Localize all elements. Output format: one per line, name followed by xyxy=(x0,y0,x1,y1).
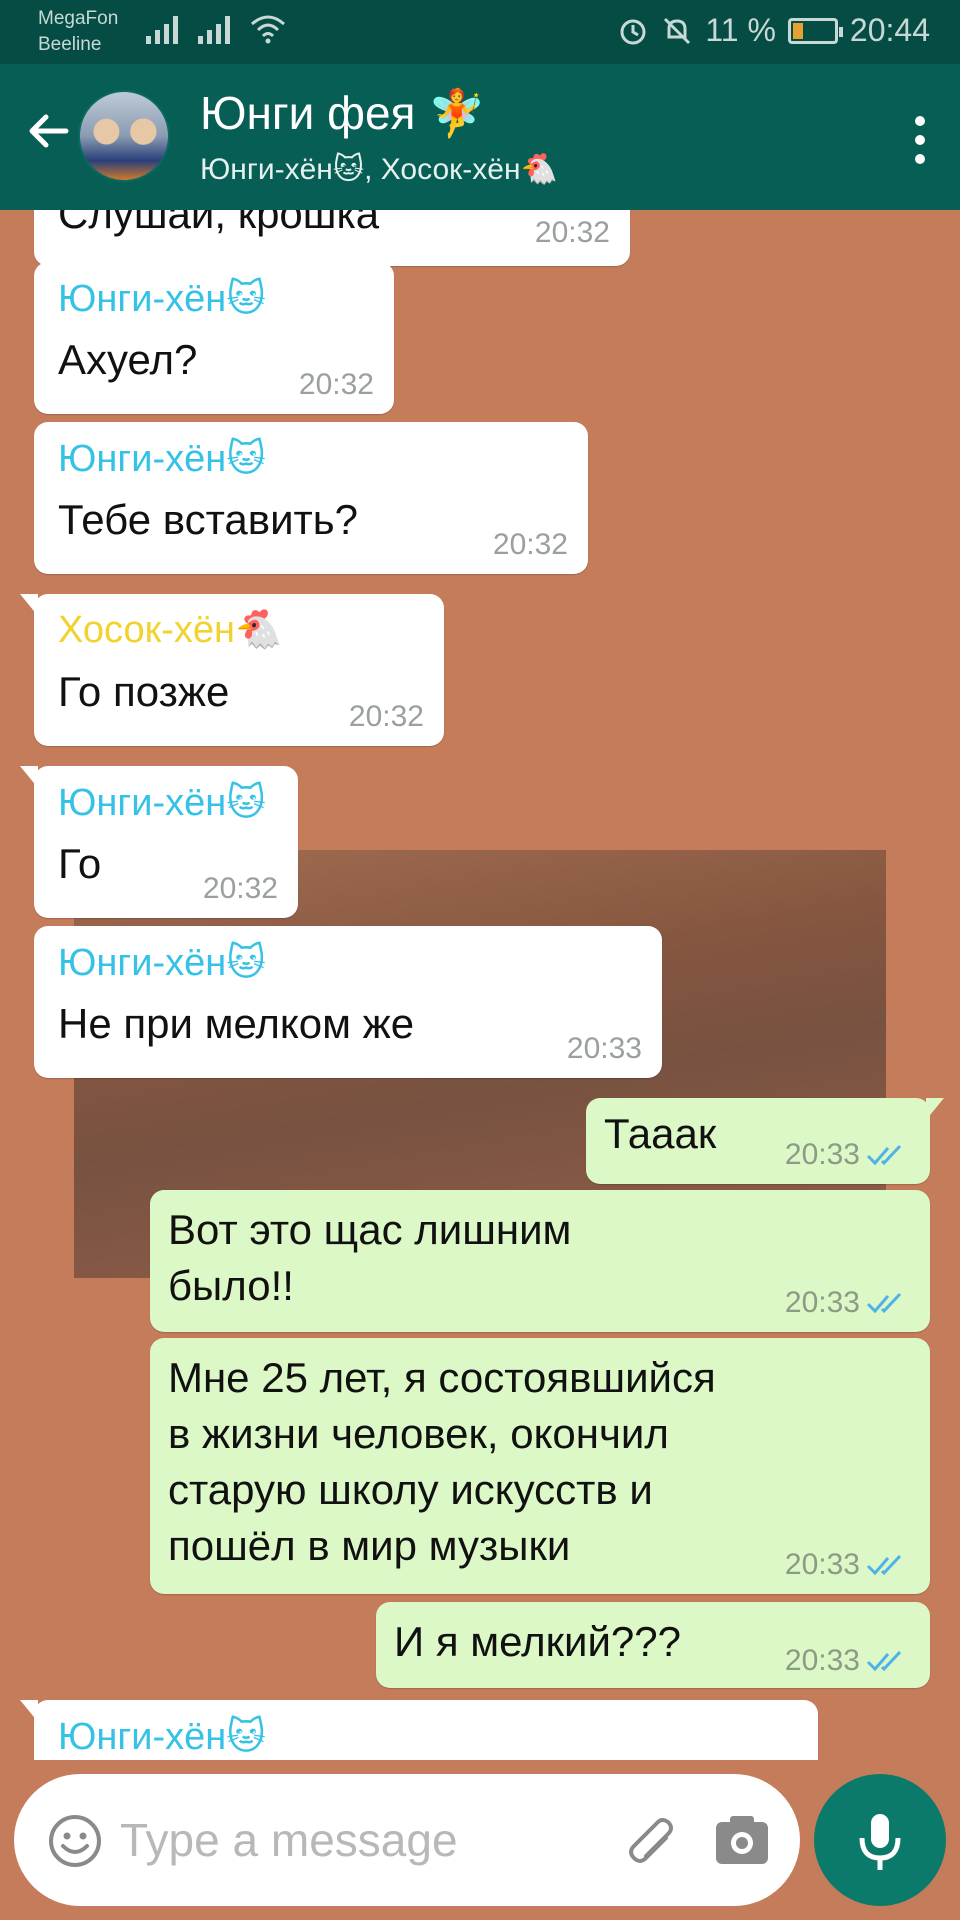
camera-icon[interactable] xyxy=(714,1814,770,1866)
alarm-icon xyxy=(620,19,646,44)
message-bubble[interactable]: Юнги-хён🐱 Ахуел? 20:32 xyxy=(34,262,394,414)
message-text: Вот это щас лишним было!! xyxy=(168,1206,572,1309)
chat-header: Юнги фея 🧚 Юнги-хён🐱, Хосок-хён🐔 xyxy=(0,64,960,210)
message-bubble[interactable]: Юнги-хён🐱 xyxy=(20,1700,818,1760)
battery-icon xyxy=(787,17,843,44)
double-check-icon xyxy=(866,1554,902,1576)
message-bubble[interactable]: Юнги-хён🐱 Не при мелком же 20:33 xyxy=(34,926,662,1078)
message-text: Ахуел? xyxy=(58,336,198,383)
message-time: 20:32 xyxy=(202,872,278,905)
microphone-glyph xyxy=(859,1814,901,1870)
chat-title[interactable]: Юнги фея 🧚 xyxy=(200,86,486,141)
signal-2-icon xyxy=(198,14,230,44)
status-right: 11 % 20:44 xyxy=(617,12,930,49)
wifi-icon xyxy=(251,15,285,44)
message-text: Не при мелком же xyxy=(58,1000,415,1047)
double-check-icon xyxy=(866,1144,902,1166)
status-bar: MegaFon Beeline 11 % 20:44 xyxy=(0,0,960,64)
message-text: Тааак xyxy=(604,1110,717,1157)
carrier-labels: MegaFon Beeline xyxy=(38,6,118,58)
message-list[interactable]: Слушай, крошка 20:32 Юнги-хён🐱 Ахуел? 20… xyxy=(0,210,960,1760)
carrier-1: MegaFon xyxy=(38,8,119,29)
message-bubble[interactable]: Тааак 20:33 xyxy=(586,1098,944,1184)
message-text: Мне 25 лет, я состоявшийся в жизни челов… xyxy=(168,1354,716,1569)
message-text: Слушай, крошка xyxy=(58,210,380,237)
message-sender: Юнги-хён🐱 xyxy=(58,782,266,824)
group-avatar[interactable] xyxy=(78,90,170,182)
double-check-icon xyxy=(866,1292,902,1314)
battery-percent: 11 % xyxy=(705,12,776,48)
mute-notifications-icon xyxy=(664,17,691,44)
message-bubble[interactable]: И я мелкий??? 20:33 xyxy=(376,1602,930,1688)
signal-1-icon xyxy=(146,14,178,44)
message-time: 20:32 xyxy=(298,368,374,401)
message-time: 20:32 xyxy=(492,528,568,561)
message-bubble[interactable]: Юнги-хён🐱 Го 20:32 xyxy=(20,766,298,918)
message-sender: Юнги-хён🐱 xyxy=(58,942,266,984)
message-bubble[interactable]: Мне 25 лет, я состоявшийся в жизни челов… xyxy=(150,1338,930,1594)
carrier-2: Beeline xyxy=(38,34,102,55)
message-text: Тебе вставить? xyxy=(58,496,359,543)
more-vertical-icon[interactable] xyxy=(900,110,940,170)
double-check-icon xyxy=(866,1650,902,1672)
message-sender: Юнги-хён🐱 xyxy=(58,1716,266,1758)
message-time: 20:33 xyxy=(784,1286,860,1319)
message-sender: Юнги-хён🐱 xyxy=(58,438,266,480)
message-time: 20:33 xyxy=(566,1032,642,1065)
message-time: 20:33 xyxy=(784,1548,860,1581)
message-composer xyxy=(14,1774,800,1906)
clock: 20:44 xyxy=(849,12,930,48)
microphone-icon[interactable] xyxy=(814,1774,946,1906)
message-bubble[interactable]: Слушай, крошка 20:32 xyxy=(34,210,630,266)
message-time: 20:33 xyxy=(784,1138,860,1171)
signal-icons xyxy=(146,14,286,44)
message-sender: Хосок-хён🐔 xyxy=(58,609,283,651)
message-text: Го xyxy=(58,840,102,887)
paperclip-icon[interactable] xyxy=(618,1810,678,1870)
arrow-left-icon[interactable] xyxy=(22,104,76,158)
message-time: 20:32 xyxy=(534,216,610,249)
message-input[interactable] xyxy=(120,1804,590,1876)
chat-members[interactable]: Юнги-хён🐱, Хосок-хён🐔 xyxy=(200,152,558,187)
message-time: 20:32 xyxy=(348,700,424,733)
message-bubble[interactable]: Юнги-хён🐱 Тебе вставить? 20:32 xyxy=(34,422,588,574)
message-bubble[interactable]: Вот это щас лишним было!! 20:33 xyxy=(150,1190,930,1332)
message-text: Го позже xyxy=(58,668,230,715)
message-sender: Юнги-хён🐱 xyxy=(58,278,266,320)
message-text: И я мелкий??? xyxy=(394,1618,681,1665)
smiley-icon[interactable] xyxy=(48,1814,102,1868)
message-time: 20:33 xyxy=(784,1644,860,1677)
message-bubble[interactable]: Хосок-хён🐔 Го позже 20:32 xyxy=(20,594,444,746)
